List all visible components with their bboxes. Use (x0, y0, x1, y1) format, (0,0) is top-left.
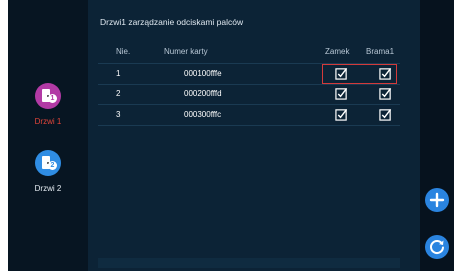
lock-checkbox[interactable] (335, 67, 348, 80)
column-header-lock: Zamek (325, 47, 350, 56)
gate-checkbox[interactable] (379, 67, 392, 80)
sidebar-door-1[interactable]: 1 Drzwi 1 (8, 83, 88, 126)
plus-icon (429, 192, 445, 208)
column-header-card: Numer karty (164, 47, 208, 56)
row-number: 1 (116, 69, 121, 78)
sidebar: 1 Drzwi 1 2 Drzwi 2 (8, 0, 88, 271)
action-panel (420, 0, 454, 271)
door-1-icon: 1 (35, 83, 61, 109)
column-header-no: Nie. (116, 47, 131, 56)
table-row[interactable]: 1 000100fffe (98, 63, 400, 85)
door-2-icon: 2 (35, 150, 61, 176)
card-number: 000100fffe (184, 69, 222, 78)
fingerprint-panel: Drzwi1 zarządzanie odciskami palców Nie.… (88, 0, 420, 271)
door-1-label: Drzwi 1 (34, 117, 62, 126)
sidebar-door-2[interactable]: 2 Drzwi 2 (8, 150, 88, 193)
card-number: 000300fffc (184, 110, 222, 119)
card-number: 000200fffd (184, 89, 222, 98)
table-row[interactable]: 3 000300fffc (98, 105, 400, 126)
gate-checkbox[interactable] (379, 87, 392, 100)
gate-checkbox[interactable] (379, 108, 392, 121)
footer-bar (98, 258, 400, 268)
screen: 1 Drzwi 1 2 Drzwi 2 Drzwi1 zarządzanie o… (8, 0, 454, 271)
door-2-label: Drzwi 2 (34, 184, 62, 193)
refresh-button[interactable] (425, 235, 449, 259)
row-number: 3 (116, 110, 121, 119)
row-number: 2 (116, 89, 121, 98)
refresh-icon (430, 240, 444, 254)
column-header-gate: Brama1 (366, 47, 395, 56)
page-title: Drzwi1 zarządzanie odciskami palców (100, 17, 244, 27)
add-button[interactable] (425, 188, 449, 212)
lock-checkbox[interactable] (335, 87, 348, 100)
lock-checkbox[interactable] (335, 108, 348, 121)
table-row[interactable]: 2 000200fffd (98, 84, 400, 105)
